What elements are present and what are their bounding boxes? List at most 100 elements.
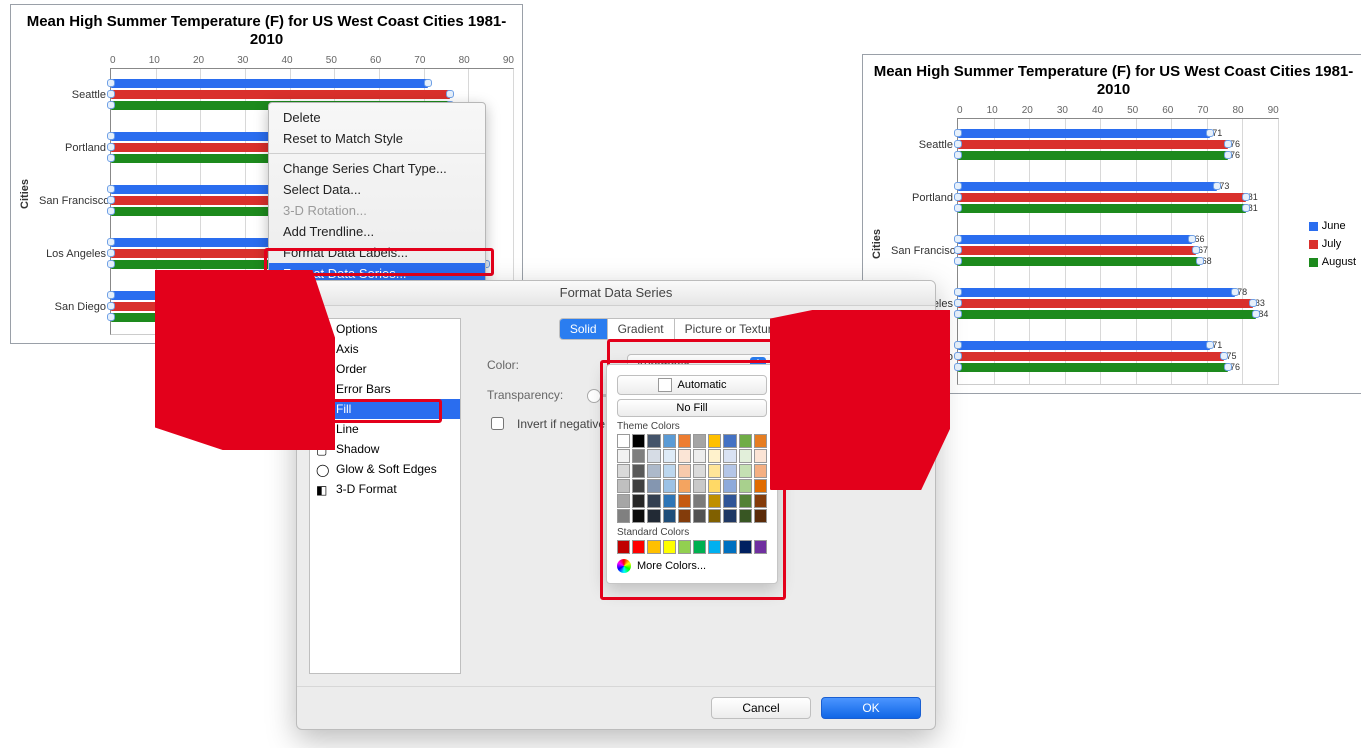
- menu-item[interactable]: Delete: [269, 107, 485, 128]
- color-swatch[interactable]: [708, 540, 721, 554]
- menu-item[interactable]: Add Trendline...: [269, 221, 485, 242]
- bar[interactable]: 76: [958, 363, 1228, 372]
- color-swatch[interactable]: [617, 540, 630, 554]
- color-swatch[interactable]: [723, 494, 736, 508]
- color-swatch[interactable]: [739, 509, 752, 523]
- color-swatch[interactable]: [647, 509, 660, 523]
- menu-item[interactable]: 3-D Rotation...: [269, 200, 485, 221]
- bar[interactable]: 81: [958, 204, 1246, 213]
- menu-item[interactable]: Reset to Match Style: [269, 128, 485, 149]
- bar[interactable]: 68: [958, 257, 1200, 266]
- color-swatch[interactable]: [754, 509, 767, 523]
- color-swatch[interactable]: [632, 449, 645, 463]
- color-swatch[interactable]: [632, 434, 645, 448]
- color-swatch[interactable]: [723, 540, 736, 554]
- color-swatch[interactable]: [678, 509, 691, 523]
- color-swatch[interactable]: [647, 449, 660, 463]
- color-swatch[interactable]: [739, 494, 752, 508]
- color-swatch[interactable]: [617, 434, 630, 448]
- color-swatch[interactable]: [647, 464, 660, 478]
- color-swatch[interactable]: [754, 494, 767, 508]
- color-swatch[interactable]: [632, 509, 645, 523]
- color-swatch[interactable]: [754, 434, 767, 448]
- color-swatch[interactable]: [723, 464, 736, 478]
- color-swatch[interactable]: [739, 479, 752, 493]
- bar[interactable]: 84: [958, 310, 1256, 319]
- cancel-button[interactable]: Cancel: [711, 697, 811, 719]
- bar[interactable]: [111, 79, 428, 88]
- context-menu[interactable]: DeleteReset to Match Style Change Series …: [268, 102, 486, 289]
- color-swatch[interactable]: [693, 434, 706, 448]
- color-swatch[interactable]: [632, 464, 645, 478]
- bar[interactable]: 66: [958, 235, 1192, 244]
- color-picker-popover[interactable]: Automatic No Fill Theme Colors Standard …: [606, 364, 778, 584]
- sidebar-item-glow-soft-edges[interactable]: ◯Glow & Soft Edges: [310, 459, 460, 479]
- bar[interactable]: 78: [958, 288, 1235, 297]
- color-swatch[interactable]: [617, 449, 630, 463]
- color-swatch[interactable]: [678, 434, 691, 448]
- color-swatch[interactable]: [678, 449, 691, 463]
- color-swatch[interactable]: [693, 509, 706, 523]
- color-swatch[interactable]: [754, 464, 767, 478]
- color-swatch[interactable]: [663, 479, 676, 493]
- color-swatch[interactable]: [647, 434, 660, 448]
- automatic-button[interactable]: Automatic: [617, 375, 767, 395]
- color-swatch[interactable]: [632, 540, 645, 554]
- color-swatch[interactable]: [617, 464, 630, 478]
- color-swatch[interactable]: [708, 464, 721, 478]
- color-swatch[interactable]: [663, 540, 676, 554]
- menu-item[interactable]: Format Data Labels...: [269, 242, 485, 263]
- color-swatch[interactable]: [678, 494, 691, 508]
- bar[interactable]: 75: [958, 352, 1224, 361]
- color-swatch[interactable]: [663, 449, 676, 463]
- color-swatch[interactable]: [617, 494, 630, 508]
- color-swatch[interactable]: [723, 479, 736, 493]
- color-swatch[interactable]: [723, 449, 736, 463]
- color-swatch[interactable]: [693, 464, 706, 478]
- bar[interactable]: [111, 90, 450, 99]
- ok-button[interactable]: OK: [821, 697, 921, 719]
- color-swatch[interactable]: [693, 479, 706, 493]
- color-swatch[interactable]: [708, 434, 721, 448]
- color-swatch[interactable]: [708, 449, 721, 463]
- color-swatch[interactable]: [739, 434, 752, 448]
- color-swatch[interactable]: [663, 509, 676, 523]
- tab-gradient[interactable]: Gradient: [608, 319, 675, 339]
- plot-area[interactable]: 717676738181666768788384717576: [957, 118, 1279, 385]
- color-swatch[interactable]: [617, 479, 630, 493]
- color-swatch[interactable]: [647, 540, 660, 554]
- menu-item[interactable]: Select Data...: [269, 179, 485, 200]
- bar[interactable]: 81: [958, 193, 1246, 202]
- color-swatch[interactable]: [663, 494, 676, 508]
- color-swatch[interactable]: [663, 464, 676, 478]
- nofill-button[interactable]: No Fill: [617, 399, 767, 417]
- color-swatch[interactable]: [708, 509, 721, 523]
- color-swatch[interactable]: [632, 479, 645, 493]
- tab-solid[interactable]: Solid: [560, 319, 608, 339]
- color-swatch[interactable]: [708, 494, 721, 508]
- color-swatch[interactable]: [739, 464, 752, 478]
- color-swatch[interactable]: [693, 449, 706, 463]
- color-swatch[interactable]: [647, 479, 660, 493]
- menu-item[interactable]: Change Series Chart Type...: [269, 158, 485, 179]
- more-colors-button[interactable]: More Colors...: [617, 555, 767, 577]
- bar[interactable]: 76: [958, 151, 1228, 160]
- bar[interactable]: 83: [958, 299, 1253, 308]
- color-swatch[interactable]: [678, 479, 691, 493]
- bar[interactable]: 73: [958, 182, 1217, 191]
- color-swatch[interactable]: [693, 540, 706, 554]
- invert-checkbox[interactable]: [491, 417, 504, 430]
- color-swatch[interactable]: [754, 479, 767, 493]
- color-swatch[interactable]: [678, 464, 691, 478]
- bar[interactable]: 76: [958, 140, 1228, 149]
- standard-colors-row[interactable]: [617, 540, 767, 554]
- bar[interactable]: 71: [958, 129, 1210, 138]
- bar[interactable]: 67: [958, 246, 1196, 255]
- color-swatch[interactable]: [708, 479, 721, 493]
- color-swatch[interactable]: [678, 540, 691, 554]
- color-swatch[interactable]: [723, 434, 736, 448]
- color-swatch[interactable]: [647, 494, 660, 508]
- color-swatch[interactable]: [723, 509, 736, 523]
- color-swatch[interactable]: [739, 449, 752, 463]
- sidebar-item-3-d-format[interactable]: ◧3-D Format: [310, 479, 460, 499]
